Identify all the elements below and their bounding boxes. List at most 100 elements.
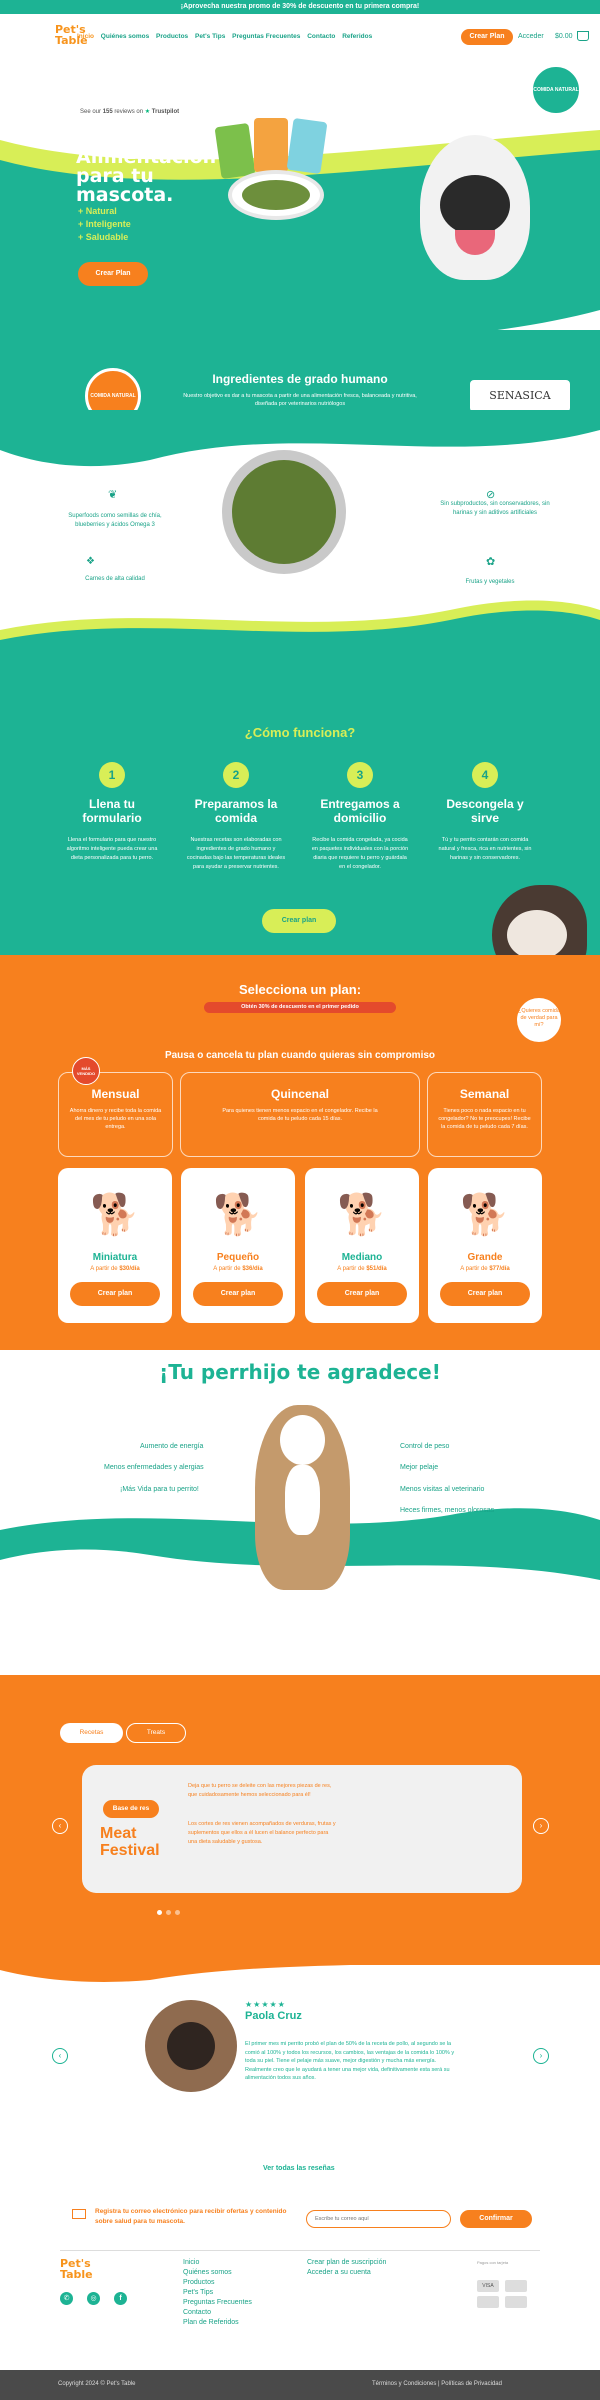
all-reviews-link[interactable]: Ver todas las reseñas [263, 2165, 335, 2172]
nav-create-plan-button[interactable]: Crear Plan [461, 29, 513, 45]
how-wave [0, 600, 600, 670]
price: $77/día [489, 1266, 510, 1272]
size-card-pequeno[interactable]: 🐕 Pequeño A partir de $36/día Crear plan [181, 1168, 295, 1323]
footer-links: Inicio Quiénes somos Productos Pet's Tip… [183, 2258, 252, 2328]
size-name: Pequeño [216, 1252, 260, 1263]
carousel-dot[interactable] [166, 1910, 171, 1915]
login-link[interactable]: Acceder [518, 33, 544, 40]
price-prefix: A partir de [337, 1266, 365, 1272]
nav-referidos[interactable]: Referidos [342, 33, 372, 40]
nav-productos[interactable]: Productos [156, 33, 188, 40]
how-title: ¿Cómo funciona? [244, 725, 356, 740]
newsletter-text: Registra tu correo electrónico para reci… [95, 2208, 287, 2225]
footer-link[interactable]: Preguntas Frecuentes [183, 2298, 252, 2308]
price-prefix: A partir de [460, 1266, 488, 1272]
step-text: Llena el formulario para que nuestro alg… [66, 837, 158, 861]
small-dog-icon: 🐕 [213, 1193, 263, 1237]
legal-links[interactable]: Términos y Condiciones | Políticas de Pr… [372, 2381, 502, 2387]
cart-total[interactable]: $0.00 [555, 33, 573, 40]
newsletter-confirm-button[interactable]: Confirmar [460, 2210, 532, 2228]
footer-link[interactable]: Quiénes somos [183, 2268, 252, 2278]
payment-note: Pagos con tarjeta [477, 2260, 509, 2265]
step-title: Preparamos la comida [194, 797, 278, 825]
plan-quincenal[interactable]: Quincenal Para quienes tienen menos espa… [180, 1072, 420, 1157]
benefit-right: Control de peso [400, 1443, 450, 1450]
step-text: Tú y tu perrito contarán con comida natu… [438, 837, 532, 861]
plan-semanal[interactable]: Semanal Tienes poco o nada espacio en tu… [427, 1072, 542, 1157]
nav-quienes[interactable]: Quiénes somos [101, 33, 149, 40]
product-bag-image [254, 118, 288, 172]
step-number: 2 [223, 762, 249, 788]
review-prev-icon[interactable]: ‹ [52, 2048, 68, 2064]
plan-mensual[interactable]: Mensual Ahorra dinero y recibe toda la c… [58, 1072, 173, 1157]
plan-name: Mensual [91, 1087, 140, 1101]
footer-link[interactable]: Plan de Referidos [183, 2318, 252, 2328]
copyright-text: Copyright 2024 © Pet's Table [58, 2381, 136, 2387]
footer-link[interactable]: Crear plan de suscripción [307, 2258, 386, 2268]
price-prefix: A partir de [213, 1266, 241, 1272]
review-stars: ★★★★★ [245, 2000, 286, 2009]
hero-title: Alimentación para tu mascota. [76, 146, 217, 206]
ingredients-title: Ingredientes de grado humano [212, 372, 388, 386]
facebook-icon[interactable]: f [114, 2292, 127, 2305]
nav-inicio[interactable]: Inicio [77, 33, 94, 40]
size-card-miniatura[interactable]: 🐕 Miniatura A partir de $30/día Crear pl… [58, 1168, 172, 1323]
carousel-next-icon[interactable]: › [533, 1818, 549, 1834]
whatsapp-icon[interactable]: ✆ [60, 2292, 73, 2305]
feature-meat: Carnes de alta calidad [85, 576, 145, 582]
trustpilot-widget[interactable]: See our 155 reviews on ★ Trustpilot [80, 108, 179, 115]
size-name: Mediano [341, 1252, 383, 1263]
plan-text: Ahorra dinero y recibe toda la comida de… [69, 1108, 162, 1130]
benefit-right: Mejor pelaje [400, 1464, 439, 1471]
tab-recetas[interactable]: Recetas [60, 1723, 123, 1743]
plans-subtitle: Pausa o cancela tu plan cuando quieras s… [164, 1050, 436, 1061]
feature-superfoods: Superfoods como semillas de chía, bluebe… [68, 513, 162, 528]
hero-create-plan-button[interactable]: Crear Plan [78, 262, 148, 286]
trustpilot-count: 155 [102, 109, 113, 115]
product-bag-image [286, 117, 328, 175]
footer-logo[interactable]: Pet's Table [60, 2258, 100, 2280]
size-create-plan-button[interactable]: Crear plan [317, 1282, 407, 1306]
price: $36/día [242, 1266, 263, 1272]
nav-faq[interactable]: Preguntas Frecuentes [232, 33, 300, 40]
footer-link[interactable]: Productos [183, 2278, 252, 2288]
australian-shepherd-dog-image [255, 1405, 350, 1590]
recipe-desc: Los cortes de res vienen acompañados de … [188, 1821, 336, 1845]
carousel-dots [155, 1902, 182, 1920]
footer-link[interactable]: Acceder a su cuenta [307, 2268, 386, 2278]
carousel-dot[interactable] [157, 1910, 162, 1915]
footer-divider [60, 2250, 540, 2251]
footer-link[interactable]: Pet's Tips [183, 2288, 252, 2298]
senasica-logo: SENASICA [470, 380, 570, 412]
review-next-icon[interactable]: › [533, 2048, 549, 2064]
size-create-plan-button[interactable]: Crear plan [70, 1282, 160, 1306]
food-bowl-image [222, 450, 346, 574]
amex-icon [477, 2296, 499, 2308]
thanks-title: ¡Tu perrhijo te agradece! [159, 1360, 441, 1384]
hero-bullets: + Natural + Inteligente + Saludable [78, 205, 131, 244]
carousel-prev-icon[interactable]: ‹ [52, 1818, 68, 1834]
how-create-plan-button[interactable]: Crear plan [262, 909, 336, 933]
benefit-left: ¡Más Vida para tu perrito! [120, 1486, 199, 1493]
size-create-plan-button[interactable]: Crear plan [440, 1282, 530, 1306]
nav-tips[interactable]: Pet's Tips [195, 33, 225, 40]
size-create-plan-button[interactable]: Crear plan [193, 1282, 283, 1306]
cart-icon[interactable] [577, 31, 589, 41]
carousel-dot[interactable] [175, 1910, 180, 1915]
hero-bullet: + Inteligente [78, 219, 131, 229]
natural-food-badge: COMIDA NATURAL [530, 64, 582, 116]
step-number: 1 [99, 762, 125, 788]
footer-link[interactable]: Contacto [183, 2308, 252, 2318]
price: $30/día [119, 1266, 140, 1272]
step-title: Entregamos a domicilio [320, 797, 400, 825]
size-card-mediano[interactable]: 🐕 Mediano A partir de $51/día Crear plan [305, 1168, 419, 1323]
food-bowl-image [228, 170, 324, 220]
nav-contacto[interactable]: Contacto [307, 33, 335, 40]
newsletter-email-input[interactable] [306, 2210, 451, 2228]
instagram-icon[interactable]: ◎ [87, 2292, 100, 2305]
vegetables-icon: ✿ [486, 556, 496, 568]
tab-treats[interactable]: Treats [126, 1723, 186, 1743]
size-card-grande[interactable]: 🐕 Grande A partir de $77/día Crear plan [428, 1168, 542, 1323]
footer-link[interactable]: Inicio [183, 2258, 252, 2268]
discount-badge: Obtén 30% de descuento en el primer pedi… [204, 1002, 396, 1013]
